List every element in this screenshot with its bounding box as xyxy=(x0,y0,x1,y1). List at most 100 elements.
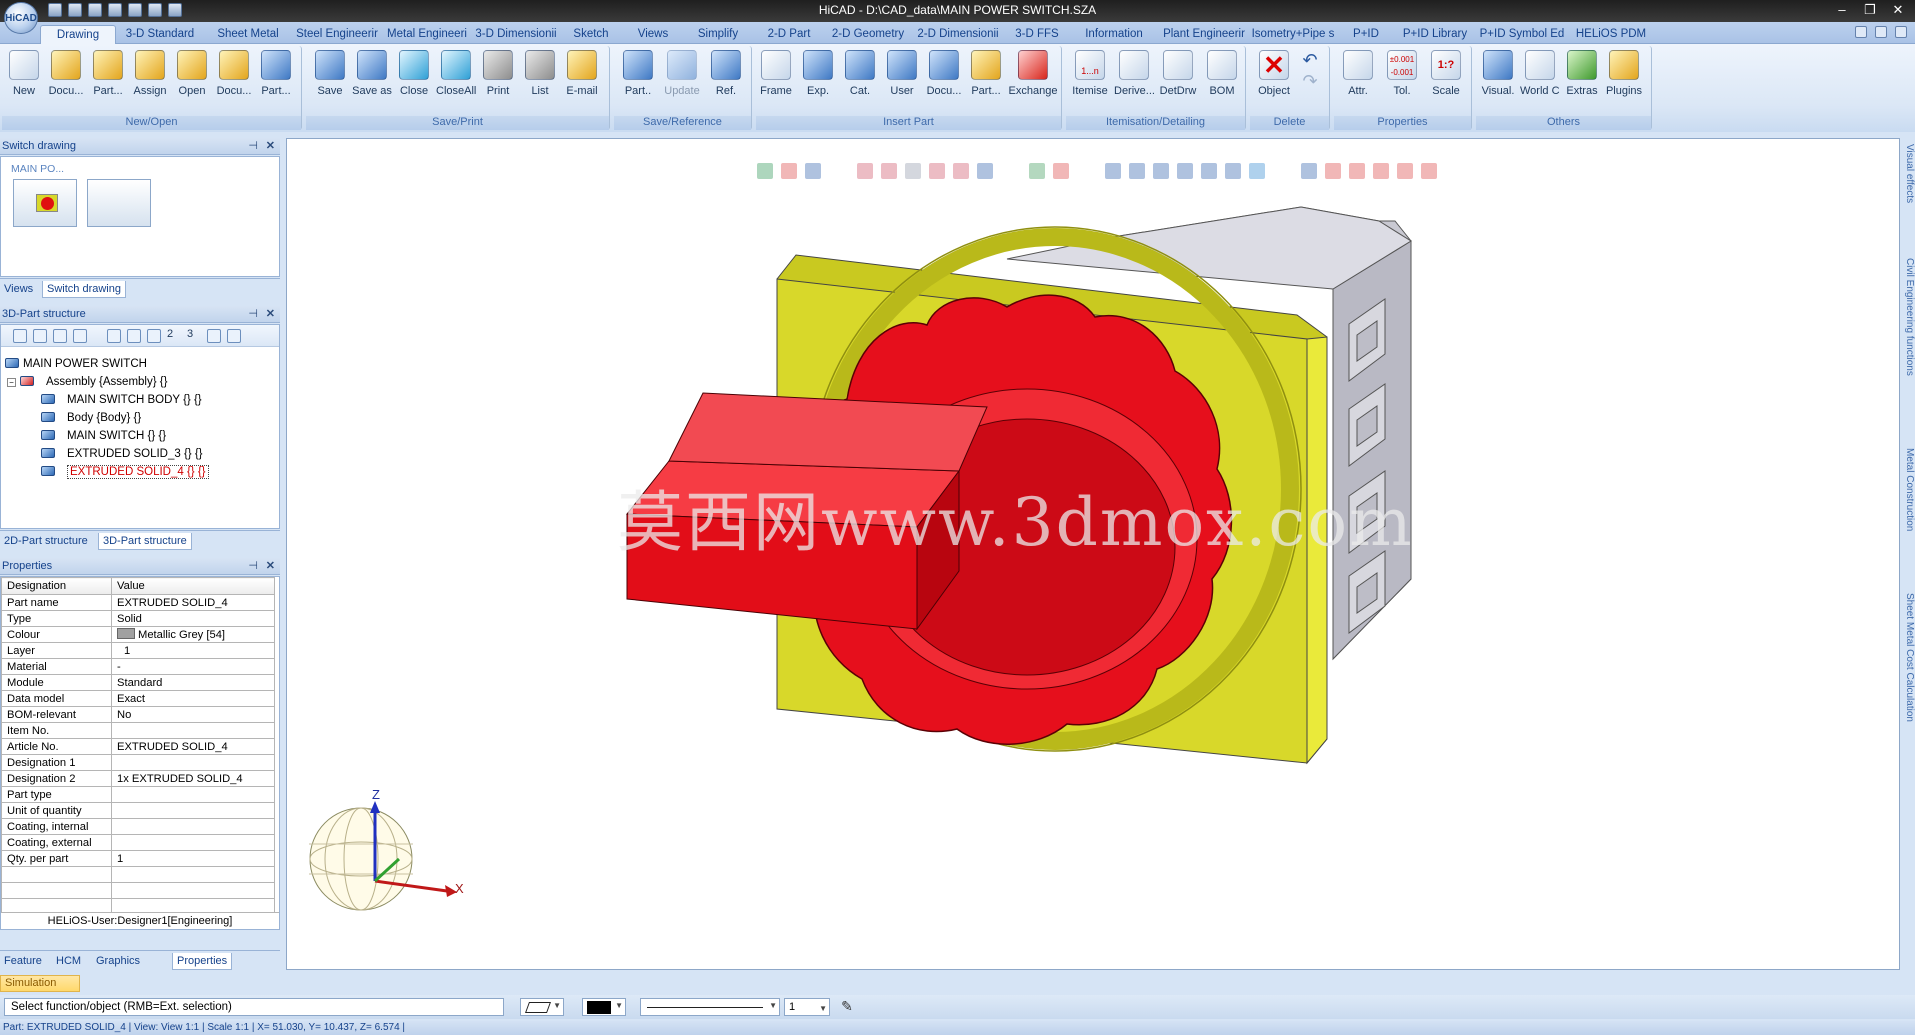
tab-steel-engineering[interactable]: Steel Engineerir xyxy=(294,25,380,44)
tab-information[interactable]: Information xyxy=(1078,25,1150,44)
drawing-thumbnail-empty[interactable] xyxy=(87,179,151,227)
line-style-dropdown[interactable]: ▼ xyxy=(520,998,564,1016)
world-cs-button[interactable]: World CS xyxy=(1520,50,1560,112)
close-all-button[interactable]: CloseAll xyxy=(436,50,476,112)
pin-icon[interactable]: ⊣ xyxy=(248,306,258,322)
save-as-button[interactable]: Save as xyxy=(352,50,392,112)
tab-2d-dimensioning[interactable]: 2-D Dimensionii xyxy=(914,25,1002,44)
assign-button[interactable]: Assign xyxy=(130,50,170,112)
tab-views[interactable]: Views xyxy=(630,25,676,44)
bom-button[interactable]: BOM xyxy=(1202,50,1242,112)
table-row[interactable]: Part type xyxy=(1,786,275,803)
drawing-thumbnail-main[interactable] xyxy=(13,179,77,227)
table-row[interactable]: Designation 2 1x EXTRUDED SOLID_4 xyxy=(1,770,275,787)
frame-button[interactable]: Frame xyxy=(756,50,796,112)
cut-icon[interactable] xyxy=(33,329,47,343)
scale-button[interactable]: 1:? Scale xyxy=(1426,50,1466,112)
table-row[interactable]: Unit of quantity xyxy=(1,802,275,819)
list-button[interactable]: List xyxy=(520,50,560,112)
sort-icon[interactable] xyxy=(207,329,221,343)
visualisation-button[interactable]: Visual. xyxy=(1478,50,1518,112)
tab-views-panel[interactable]: Views xyxy=(0,281,37,298)
collapse-icon[interactable] xyxy=(107,329,121,343)
delete-object-button[interactable]: ✕ Object xyxy=(1254,50,1294,112)
help-icon[interactable] xyxy=(1895,26,1907,38)
tab-isometry-pipe[interactable]: Isometry+Pipe s xyxy=(1250,25,1336,44)
panel-close-icon[interactable]: ✕ xyxy=(266,306,275,322)
new-document-button[interactable]: Docu... xyxy=(46,50,86,112)
line-type-dropdown[interactable]: ▼ xyxy=(640,998,780,1016)
table-row[interactable]: Material - xyxy=(1,658,275,675)
tab-pid-library[interactable]: P+ID Library xyxy=(1396,25,1474,44)
pin-icon[interactable]: ⊣ xyxy=(248,558,258,574)
tab-metal-engineering[interactable]: Metal Engineeri xyxy=(384,25,470,44)
expand-icon[interactable] xyxy=(127,329,141,343)
collapse-toggle-icon[interactable]: − xyxy=(7,378,16,387)
tab-sheet-metal-cost[interactable]: Sheet Metal Cost Calculation xyxy=(1901,593,1915,763)
tab-visual-effects[interactable]: Visual effects xyxy=(1901,144,1915,224)
email-button[interactable]: E-mail xyxy=(562,50,602,112)
simulation-tab[interactable]: Simulation xyxy=(0,975,80,992)
tree-item-root[interactable]: MAIN POWER SWITCH xyxy=(5,356,147,373)
colour-dropdown[interactable]: ▼ xyxy=(582,998,626,1016)
level-2-icon[interactable]: 2 xyxy=(167,328,173,342)
tab-sketch[interactable]: Sketch xyxy=(566,25,616,44)
user-button[interactable]: User xyxy=(882,50,922,112)
panel-close-icon[interactable]: ✕ xyxy=(266,558,275,574)
panel-close-icon[interactable]: ✕ xyxy=(266,138,275,154)
export-button[interactable]: Exp. xyxy=(798,50,838,112)
tab-3d-part-structure[interactable]: 3D-Part structure xyxy=(98,533,192,550)
open-document-button[interactable]: Docu... xyxy=(214,50,254,112)
table-row[interactable]: Coating, internal xyxy=(1,818,275,835)
catalogue-button[interactable]: Cat. xyxy=(840,50,880,112)
insert-document-button[interactable]: Docu... xyxy=(924,50,964,112)
tab-plant-engineering[interactable]: Plant Engineerir xyxy=(1160,25,1248,44)
copy-icon[interactable] xyxy=(53,329,67,343)
table-row[interactable]: Designation 1 xyxy=(1,754,275,771)
restore-icon[interactable]: ❐ xyxy=(1857,1,1883,19)
derive-button[interactable]: Derive... xyxy=(1114,50,1154,112)
attributes-button[interactable]: Attr. xyxy=(1338,50,1378,112)
tree-item-body[interactable]: Body {Body} {} xyxy=(41,410,141,427)
new-part-button[interactable]: Part... xyxy=(88,50,128,112)
axis-triad[interactable]: Z X xyxy=(309,787,464,911)
open-part-button[interactable]: Part... xyxy=(256,50,296,112)
close-button[interactable]: Close xyxy=(394,50,434,112)
open-button[interactable]: Open xyxy=(172,50,212,112)
exchange-button[interactable]: Exchange xyxy=(1008,50,1058,112)
customize-icon[interactable] xyxy=(1875,26,1887,38)
itemise-button[interactable]: 1...n Itemise xyxy=(1070,50,1110,112)
extras-button[interactable]: Extras xyxy=(1562,50,1602,112)
tree-item-main-switch-body[interactable]: MAIN SWITCH BODY {} {} xyxy=(41,392,202,409)
command-prompt-field[interactable]: Select function/object (RMB=Ext. selecti… xyxy=(4,998,504,1016)
table-row[interactable]: Part name EXTRUDED SOLID_4 xyxy=(1,594,275,611)
detail-drawing-button[interactable]: DetDrw xyxy=(1158,50,1198,112)
update-button[interactable]: Update xyxy=(662,50,702,112)
save-part-button[interactable]: Part.. xyxy=(618,50,658,112)
paste-icon[interactable] xyxy=(73,329,87,343)
application-menu-button[interactable]: HiCAD xyxy=(4,2,38,34)
table-row[interactable]: Layer 1 xyxy=(1,642,275,659)
tab-sheet-metal[interactable]: Sheet Metal xyxy=(208,25,288,44)
new-button[interactable]: New xyxy=(4,50,44,112)
structure-tool-icon[interactable] xyxy=(13,329,27,343)
tab-drawing[interactable]: Drawing xyxy=(40,25,116,44)
table-row[interactable]: Module Standard xyxy=(1,674,275,691)
minimize-icon[interactable]: – xyxy=(1829,1,1855,19)
tab-simplify[interactable]: Simplify xyxy=(690,25,746,44)
reference-button[interactable]: Ref. xyxy=(706,50,746,112)
table-row[interactable]: BOM-relevant No xyxy=(1,706,275,723)
tab-graphics[interactable]: Graphics xyxy=(92,953,144,970)
tab-2d-part-structure[interactable]: 2D-Part structure xyxy=(0,533,92,550)
close-icon[interactable]: ✕ xyxy=(1885,1,1911,19)
pen-settings-icon[interactable]: ✎ xyxy=(838,998,856,1016)
table-row[interactable]: Data model Exact xyxy=(1,690,275,707)
plugins-button[interactable]: Plugins xyxy=(1604,50,1644,112)
3d-viewport[interactable]: Z X 莫西网www.3dmox.com xyxy=(286,138,1900,970)
undo-icon[interactable]: ↶ xyxy=(1298,50,1322,71)
sort-az-icon[interactable] xyxy=(227,329,241,343)
tab-helios-pdm[interactable]: HELiOS PDM xyxy=(1574,25,1648,44)
tab-pid-symbol-editor[interactable]: P+ID Symbol Ed xyxy=(1478,25,1566,44)
table-row[interactable]: Qty. per part 1 xyxy=(1,850,275,867)
line-width-dropdown[interactable]: 1 ▼ xyxy=(784,998,830,1016)
